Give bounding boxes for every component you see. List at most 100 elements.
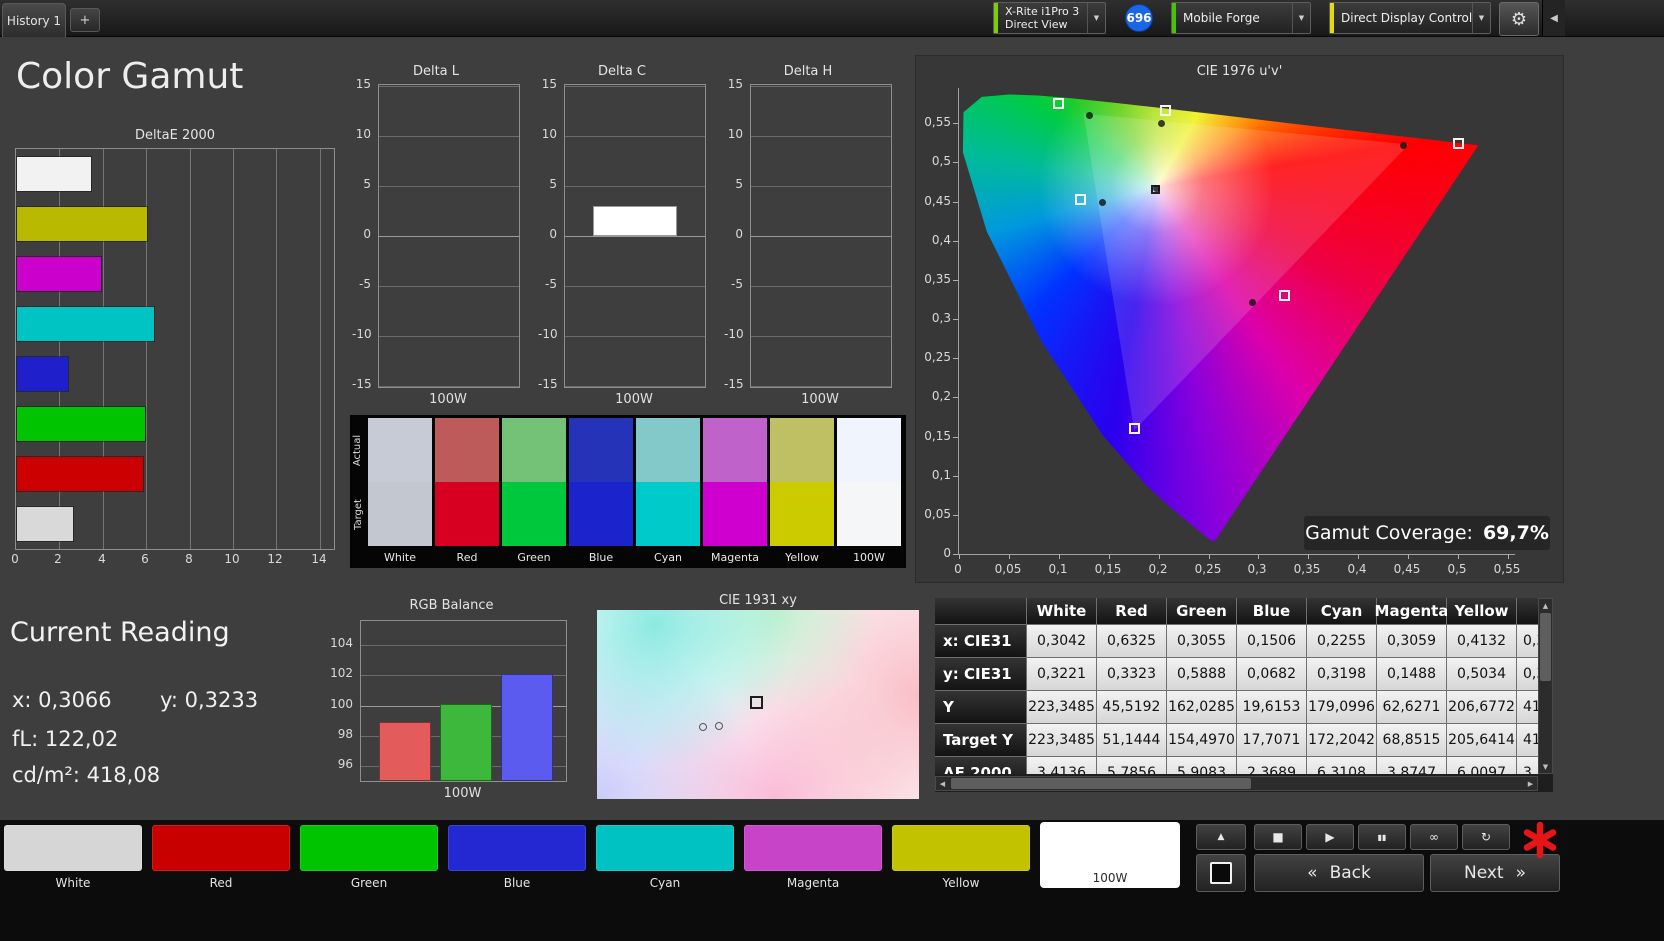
y-tick-label: 15 [541,77,557,91]
x-tick-label: 12 [267,552,283,566]
swatch-label: Blue [588,551,614,564]
patch-button-white[interactable] [4,825,142,871]
tab-history-1[interactable]: History 1 [2,3,66,37]
transport-pause-button[interactable]: ▮▮ [1358,824,1406,850]
target-swatch-green [502,482,566,546]
transport-loop-button[interactable]: ↻ [1462,824,1510,850]
table-cell: 0,0682 [1237,658,1307,691]
tab-history-label: History 1 [6,13,62,28]
x-axis-labels: 0 0,05 0,1 0,15 0,2 0,25 0,3 0,35 0,4 0,45 0,5 0,55 [916,562,1565,578]
gamut-coverage-value: 69,7% [1482,522,1549,544]
horizontal-scroll-thumb[interactable] [951,778,1251,789]
transport-stop-button[interactable]: ■ [1254,824,1302,850]
table-cell: 172,2042 [1307,724,1377,757]
table-cell: 154,4970 [1167,724,1237,757]
scroll-right-icon[interactable]: ▶ [1524,777,1537,790]
chromaticity-plot-area [953,88,1515,559]
patch-button-magenta[interactable] [744,825,882,871]
target-swatch-blue [569,482,633,546]
gridline [233,149,234,549]
x-tick-label: 8 [185,552,193,566]
x-tick-label: 0 [11,552,19,566]
y-tick-mark [953,280,958,281]
patch-button-blue[interactable] [448,825,586,871]
reading-count-badge: 696 [1125,4,1153,32]
x-tick-label: 0,1 [1048,562,1068,576]
x-tick-label: 6 [141,552,149,566]
table-row: Target Y 223,3485 51,1444 154,4970 17,7071 17… [935,724,1538,757]
scroll-down-icon[interactable]: ▼ [1539,760,1552,773]
patch-label: Green [350,876,388,890]
y-tick-label: 96 [337,757,353,771]
table-cell: 62,6271 [1377,691,1447,724]
patch-button-green[interactable] [300,825,438,871]
y-tick-mark [953,123,958,124]
display-control-dropdown[interactable]: Direct Display Control ▼ [1329,2,1491,34]
horizontal-scrollbar[interactable]: ◀ ▶ [935,776,1538,791]
table-cell: 179,0996 [1307,691,1377,724]
pattern-source-dropdown[interactable]: Mobile Forge ▼ [1171,2,1311,34]
table-cell: 0,4132 [1447,625,1517,658]
table-row-label: Target Y [935,724,1027,757]
swatch-label: 100W [853,551,885,564]
y-tick-label: 0,4 [931,233,951,247]
patch-label: Yellow [942,876,980,890]
patch-button-100w[interactable]: 100W [1040,822,1180,888]
table-cell: 41 [1517,691,1538,724]
target-marker-blue [1129,423,1140,434]
table-cell: 3,8747 [1377,757,1447,774]
swatch-label: Cyan [654,551,682,564]
gridline [379,136,519,137]
gridline [751,136,891,137]
chevron-down-icon: ▼ [1472,3,1490,33]
table-cell: 223,3485 [1027,724,1097,757]
patch-button-cyan[interactable] [596,825,734,871]
y-tick-label: 0,5 [931,154,951,168]
vertical-scrollbar[interactable]: ▲ ▼ [1538,598,1553,774]
plot-area [360,620,567,782]
target-marker [750,695,764,709]
table-cell: 0,2255 [1307,625,1377,658]
actual-target-swatch-strip: Actual Target White Red Green Blue Cyan Magen… [350,415,906,568]
expand-pattern-bar-button[interactable]: ▲ [1196,824,1246,850]
table-row-label: Y [935,691,1027,724]
transport-infinity-button[interactable]: ∞ [1410,824,1458,850]
collapse-toolbar-button[interactable]: ◀ [1542,0,1565,36]
table-row-label: y: CIE31 [935,658,1027,691]
table-cell: 5,9083 [1167,757,1237,774]
y-tick-label: -5 [545,277,557,291]
cie-1931-diagram: CIE 1931 xy [597,593,919,799]
chart-title: Delta L [412,64,460,79]
x-tick-label: 0,05 [994,562,1022,576]
x-tick-mark [1358,554,1359,559]
x-axis-label: 100W [615,392,653,407]
table-cell: 41 [1517,724,1538,757]
patch-button-red[interactable] [152,825,290,871]
chart-title: RGB Balance [409,598,494,613]
patch-button-yellow[interactable] [892,825,1030,871]
meter-dropdown[interactable]: X-Rite i1Pro 3 Direct View ▼ [993,2,1106,34]
gridline [565,136,705,137]
scroll-up-icon[interactable]: ▲ [1539,599,1552,612]
actual-row-label: Actual [350,418,366,482]
y-tick-mark [953,437,958,438]
y-tick-label: -10 [352,327,372,341]
transport-play-button[interactable]: ▶ [1306,824,1354,850]
pattern-window-button[interactable] [1196,854,1246,892]
scroll-left-icon[interactable]: ◀ [936,777,949,790]
display-control-name: Direct Display Control [1341,11,1472,25]
y-tick-label: -15 [538,377,558,391]
target-marker-magenta [1279,290,1290,301]
y-tick-label: 15 [727,77,743,91]
table-cell: 0,3059 [1377,625,1447,658]
vertical-scroll-thumb[interactable] [1540,613,1551,681]
back-button[interactable]: « Back [1254,854,1424,892]
x-tick-label: 0,5 [1447,562,1467,576]
settings-button[interactable]: ⚙ [1499,2,1539,36]
double-chevron-left-icon: « [1307,863,1318,883]
y-tick-label: -15 [352,377,372,391]
y-axis-labels: 15 10 5 0 -5 -10 -15 [352,77,374,391]
table-header-cell: Yellow [1447,598,1517,625]
double-chevron-right-icon: » [1515,863,1526,883]
add-history-tab-button[interactable]: + [70,8,100,32]
